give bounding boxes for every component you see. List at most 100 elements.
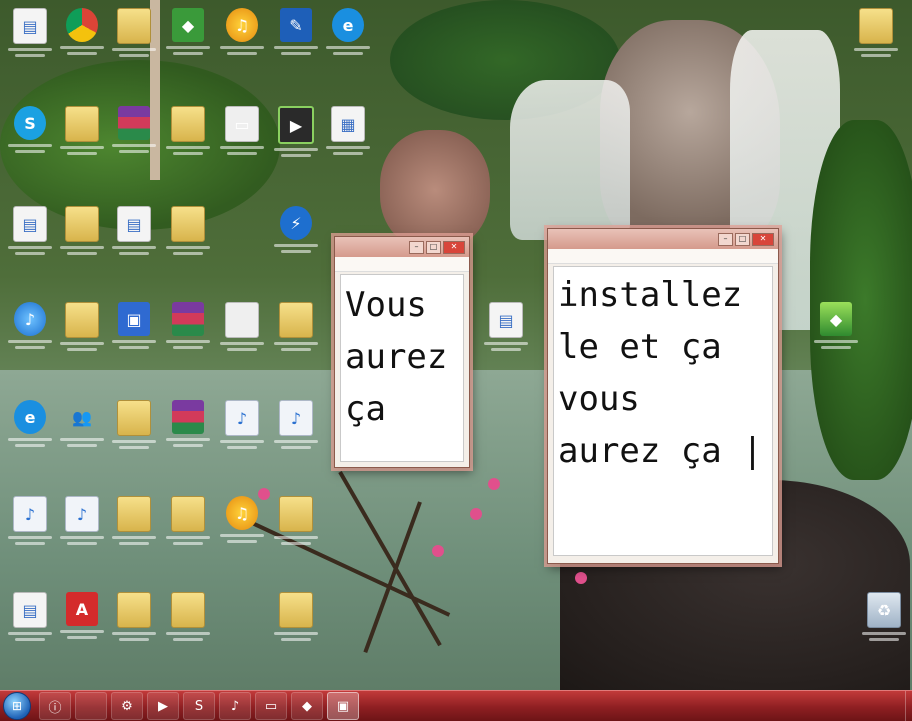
desktop-icon-ie[interactable]: e (4, 398, 56, 460)
desktop-icon-doc[interactable]: ▤ (4, 204, 56, 266)
doc-icon: ▤ (13, 592, 47, 628)
desktop-icon-doc[interactable]: ▤ (4, 590, 56, 652)
close-button[interactable]: ✕ (443, 240, 465, 254)
window-titlebar[interactable]: – □ ✕ (548, 229, 778, 249)
music-icon: ♪ (279, 400, 313, 436)
icon-label-blurred (4, 144, 56, 160)
minimize-button[interactable]: – (718, 232, 733, 246)
itunes-icon: ♪ (14, 302, 46, 336)
wallpaper-flower (488, 478, 500, 490)
icon-label-blurred (4, 246, 56, 262)
desktop-icon-winrar[interactable] (108, 104, 160, 166)
desktop-icon-doc[interactable]: ▤ (480, 300, 532, 362)
desktop-icon-bs[interactable]: ◆ (810, 300, 862, 362)
desktop-icon-folder[interactable] (108, 398, 160, 460)
folder-icon (117, 496, 151, 532)
icon-label-blurred (4, 340, 56, 356)
icon-label-blurred (270, 148, 322, 164)
taskbar-app-button[interactable]: ▶ (147, 692, 179, 720)
maximize-button[interactable]: □ (735, 232, 750, 246)
taskbar-app-button[interactable]: S (183, 692, 215, 720)
desktop-icon-blue[interactable]: ▣ (108, 300, 160, 362)
minimize-button[interactable]: – (409, 240, 424, 254)
desktop-icon-green[interactable]: ◆ (162, 6, 214, 68)
white-icon (225, 302, 259, 338)
desktop-icon-pdf[interactable]: A (56, 590, 108, 652)
desktop-icon-users[interactable]: 👥 (56, 398, 108, 460)
desktop-icon-folder[interactable] (108, 590, 160, 652)
desktop-icon-doc[interactable]: ▤ (108, 204, 160, 266)
icon-label-blurred (216, 46, 268, 62)
taskbar-app-button[interactable] (75, 692, 107, 720)
taskbar-app-button[interactable]: ♪ (219, 692, 251, 720)
desktop-icon-ie[interactable]: e (322, 6, 374, 68)
desktop-icon-winrar[interactable] (162, 398, 214, 460)
desktop-icon-media[interactable]: ▶ (270, 104, 322, 166)
menu-bar (335, 257, 469, 272)
notepad-text-area[interactable]: installez le et ça vous aurez ça | (553, 266, 773, 556)
desktop-icon-doc[interactable]: ▤ (4, 6, 56, 68)
wallpaper-rock (380, 130, 490, 250)
taskbar-app-button[interactable]: ▭ (255, 692, 287, 720)
taskbar-app-button[interactable]: ◆ (291, 692, 323, 720)
close-button[interactable]: ✕ (752, 232, 774, 246)
desktop-icon-folder[interactable] (162, 104, 214, 166)
desktop-icon-winrar[interactable] (162, 300, 214, 362)
desktop-icon-music[interactable]: ♪ (270, 398, 322, 460)
icon-label-blurred (162, 340, 214, 356)
desktop-icon-folder[interactable] (850, 6, 902, 68)
desktop-icon-itunes[interactable]: ♪ (4, 300, 56, 362)
desktop-icon-music[interactable]: ♪ (56, 494, 108, 556)
desktop-icon-chrome[interactable] (56, 6, 108, 68)
notepad-window-small[interactable]: – □ ✕ Vous aurez ça (334, 236, 470, 468)
icon-label-blurred (162, 46, 214, 62)
desktop-icon-doc[interactable]: ▦ (322, 104, 374, 166)
icon-label-blurred (162, 146, 214, 162)
white-icon: ▭ (225, 106, 259, 142)
show-desktop-button[interactable] (905, 691, 912, 721)
desktop-icon-music[interactable]: ♪ (4, 494, 56, 556)
desktop-icon-folder[interactable] (270, 494, 322, 556)
media-icon: ▶ (278, 106, 314, 144)
desktop-icon-folder[interactable] (56, 204, 108, 266)
desktop-icon-audio[interactable]: ♫ (216, 6, 268, 68)
desktop-icon-folder[interactable] (162, 590, 214, 652)
pdf-icon: A (66, 592, 98, 626)
icon-label-blurred (270, 342, 322, 358)
desktop-icon-skype[interactable]: S (4, 104, 56, 166)
desktop-icon-folder[interactable] (108, 494, 160, 556)
desktop-icon-folder[interactable] (162, 204, 214, 266)
desktop-icon-folder[interactable] (270, 590, 322, 652)
icon-label-blurred (270, 244, 322, 260)
thunder-icon: ⚡ (280, 206, 312, 240)
desktop-icon-thunder[interactable]: ⚡ (270, 204, 322, 266)
desktop-icon-folder[interactable] (270, 300, 322, 362)
desktop-icon-music[interactable]: ♪ (216, 398, 268, 460)
taskbar-app-button[interactable]: ⓘ (39, 692, 71, 720)
icon-label-blurred (322, 46, 374, 62)
taskbar-app-button[interactable]: ▣ (327, 692, 359, 720)
desktop-icon-white[interactable] (216, 300, 268, 362)
desktop-icon-folder[interactable] (56, 300, 108, 362)
bs-icon: ◆ (820, 302, 852, 336)
taskbar-app-button[interactable]: ⚙ (111, 692, 143, 720)
start-button[interactable]: ⊞ (3, 692, 31, 720)
desktop-icon-audio[interactable]: ♫ (216, 494, 268, 556)
window-titlebar[interactable]: – □ ✕ (335, 237, 469, 257)
desktop-icon-white[interactable]: ▭ (216, 104, 268, 166)
desktop-icon-folder[interactable] (56, 104, 108, 166)
icon-label-blurred (270, 536, 322, 552)
icon-label-blurred (108, 48, 160, 64)
notepad-window-large[interactable]: – □ ✕ installez le et ça vous aurez ça | (547, 228, 779, 564)
icon-label-blurred (162, 632, 214, 648)
desktop-icon-blue2[interactable]: ✎ (270, 6, 322, 68)
desktop-icon-folder[interactable] (162, 494, 214, 556)
desktop-icon-bin[interactable]: ♻ (858, 590, 910, 652)
maximize-button[interactable]: □ (426, 240, 441, 254)
bin-icon: ♻ (867, 592, 901, 628)
desktop-icon-folder[interactable] (108, 6, 160, 68)
notepad-text-area[interactable]: Vous aurez ça (340, 274, 464, 462)
music-icon: ♪ (65, 496, 99, 532)
icon-label-blurred (216, 146, 268, 162)
winrar-icon (118, 106, 150, 140)
